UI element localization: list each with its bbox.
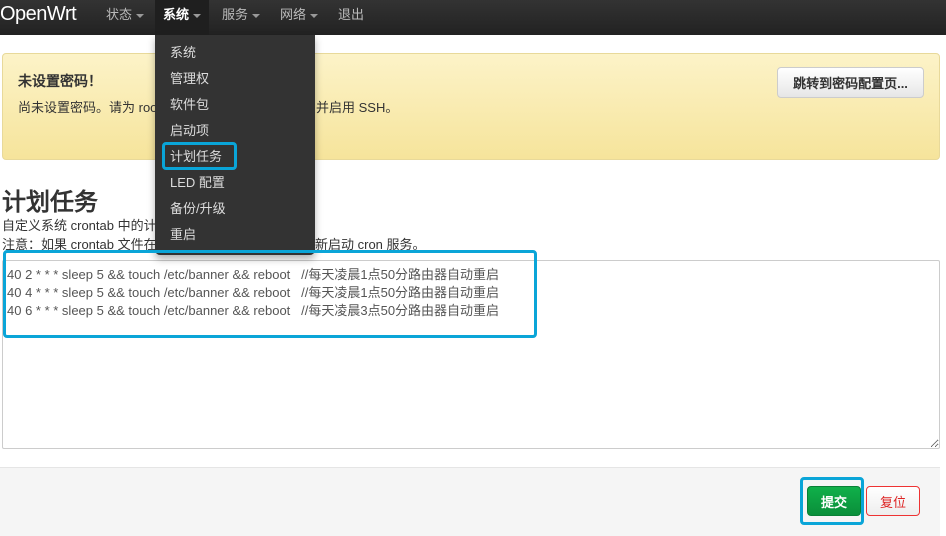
caret-down-icon	[193, 13, 202, 18]
highlight-box	[800, 477, 864, 525]
alert-title: 未设置密码！	[18, 73, 102, 89]
menu-item-reboot[interactable]: 重启	[170, 222, 196, 248]
nav-logout[interactable]: 退出	[330, 0, 372, 35]
form-footer	[0, 467, 940, 536]
nav-label: 网络	[280, 7, 307, 22]
navbar: OpenWrt 状态 系统 服务 网络 退出	[0, 0, 946, 35]
nav-label: 服务	[222, 7, 249, 22]
nav-status[interactable]: 状态	[98, 0, 152, 35]
menu-item-admin[interactable]: 管理权	[170, 66, 209, 92]
menu-item-startup[interactable]: 启动项	[170, 118, 209, 144]
alert-text-tail: 并启用 SSH。	[316, 100, 399, 115]
menu-item-packages[interactable]: 软件包	[170, 92, 209, 118]
menu-item-led[interactable]: LED 配置	[170, 170, 225, 196]
reset-button[interactable]: 复位	[866, 486, 920, 516]
caret-down-icon	[310, 13, 319, 18]
nav-services[interactable]: 服务	[214, 0, 268, 35]
nav-system[interactable]: 系统	[155, 0, 210, 35]
brand-logo[interactable]: OpenWrt	[0, 3, 77, 26]
highlight-box	[3, 250, 537, 338]
nav-label: 系统	[163, 7, 190, 22]
goto-password-button[interactable]: 跳转到密码配置页...	[777, 67, 924, 98]
highlight-box	[162, 142, 237, 170]
caret-down-icon	[252, 13, 261, 18]
menu-item-backup[interactable]: 备份/升级	[170, 196, 226, 222]
description: 自定义系统 crontab 中的计	[2, 218, 157, 233]
nav-label: 状态	[106, 7, 133, 22]
nav-network[interactable]: 网络	[272, 0, 326, 35]
nav-label: 退出	[338, 7, 365, 22]
page-title: 计划任务	[2, 189, 98, 216]
caret-down-icon	[136, 13, 145, 18]
alert-text: 尚未设置密码。请为 roo	[18, 100, 158, 115]
menu-item-system[interactable]: 系统	[170, 40, 196, 66]
